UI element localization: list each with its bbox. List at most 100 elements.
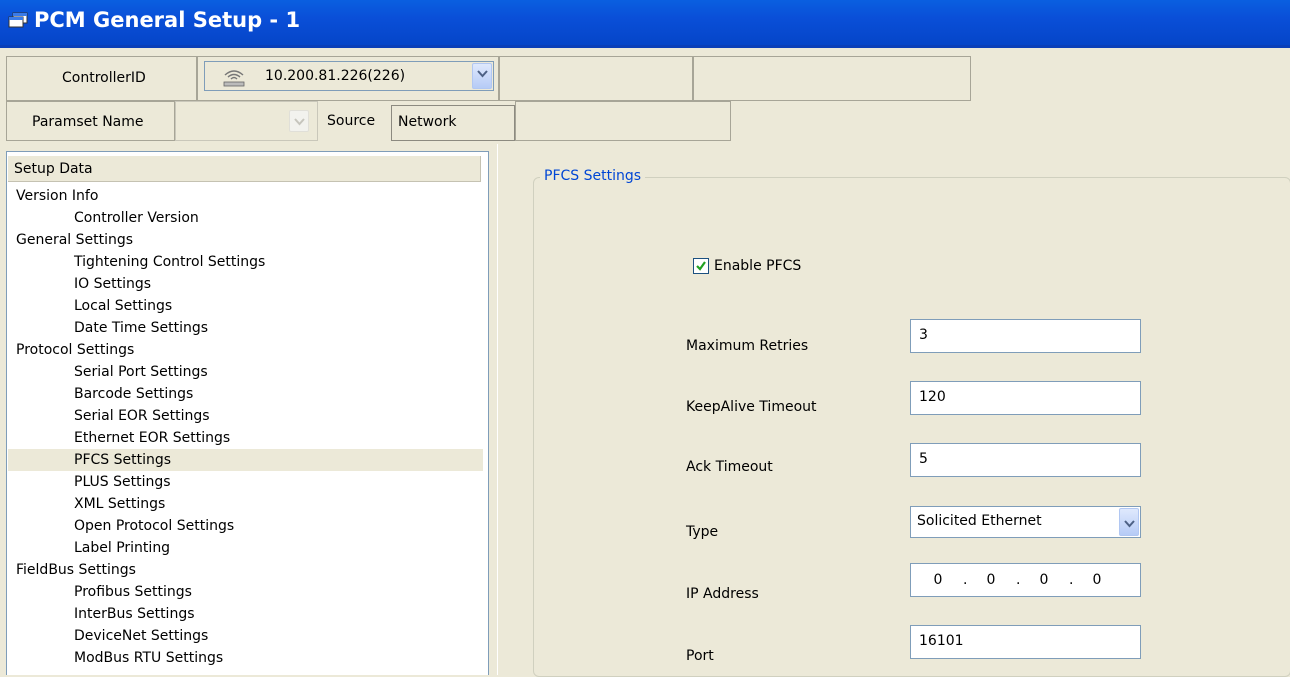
tree-item-label: Ethernet EOR Settings (74, 430, 231, 446)
tree-item-label: PFCS Settings (74, 452, 172, 468)
port-input[interactable]: 16101 (910, 625, 1141, 659)
keepalive-timeout-input[interactable]: 120 (910, 381, 1141, 415)
tree-item-protocol-settings[interactable]: Protocol Settings (8, 339, 483, 361)
pfcs-groupbox (533, 177, 1290, 677)
ip-dot: . (1069, 572, 1074, 588)
ip-octet-2[interactable]: 0 (981, 572, 1001, 588)
type-value: Solicited Ethernet (917, 513, 1042, 529)
controller-select[interactable]: 10.200.81.226(226) (204, 61, 494, 91)
tree-item-barcode-settings[interactable]: Barcode Settings (8, 383, 483, 405)
pfcs-group-title: PFCS Settings (540, 168, 646, 184)
max-retries-value: 3 (919, 327, 928, 343)
tree-item-label: PLUS Settings (74, 474, 171, 490)
paramset-dropdown-button[interactable] (289, 110, 309, 132)
controller-dropdown-button[interactable] (472, 63, 492, 89)
chevron-down-icon (1124, 520, 1135, 528)
paramset-spacer-cell (515, 101, 731, 141)
tree-item-label: XML Settings (74, 496, 166, 512)
source-field: Network (391, 105, 515, 141)
port-value: 16101 (919, 633, 964, 649)
tree-item-label: Controller Version (74, 210, 199, 226)
tree-item-profibus-settings[interactable]: Profibus Settings (8, 581, 483, 603)
enable-pfcs-label[interactable]: Enable PFCS (714, 258, 801, 274)
tree-item-general-settings[interactable]: General Settings (8, 229, 483, 251)
tree-item-open-protocol-settings[interactable]: Open Protocol Settings (8, 515, 483, 537)
tree-item-serial-port-settings[interactable]: Serial Port Settings (8, 361, 483, 383)
ack-timeout-input[interactable]: 5 (910, 443, 1141, 477)
controller-combo-cell: 10.200.81.226(226) (197, 56, 499, 101)
ip-dot: . (963, 572, 968, 588)
tree-item-io-settings[interactable]: IO Settings (8, 273, 483, 295)
tree-item-label: Tightening Control Settings (74, 254, 266, 270)
tree-item-devicenet-settings[interactable]: DeviceNet Settings (8, 625, 483, 647)
tree-item-label: DeviceNet Settings (74, 628, 209, 644)
type-label: Type (686, 524, 719, 540)
tree-item-label: Version Info (16, 188, 99, 204)
tree-item-label: Local Settings (74, 298, 173, 314)
tree-item-label: Serial EOR Settings (74, 408, 210, 424)
tree-item-label: General Settings (16, 232, 134, 248)
tree-header-label: Setup Data (14, 161, 93, 177)
network-controller-icon (223, 70, 245, 87)
tree-item-label: Label Printing (74, 540, 171, 556)
type-select[interactable]: Solicited Ethernet (910, 506, 1141, 538)
ip-dot: . (1016, 572, 1021, 588)
tree-item-label-printing[interactable]: Label Printing (8, 537, 483, 559)
ack-timeout-label: Ack Timeout (686, 459, 773, 475)
tree-item-controller-version[interactable]: Controller Version (8, 207, 483, 229)
window-icon (8, 12, 28, 28)
source-value: Network (398, 114, 457, 130)
max-retries-input[interactable]: 3 (910, 319, 1141, 353)
tree-item-fieldbus-settings[interactable]: FieldBus Settings (8, 559, 483, 581)
tree-header: Setup Data (8, 156, 481, 182)
chevron-down-icon (477, 70, 488, 78)
tree-item-interbus-settings[interactable]: InterBus Settings (8, 603, 483, 625)
tree-item-serial-eor-settings[interactable]: Serial EOR Settings (8, 405, 483, 427)
ip-address-input[interactable]: 0 . 0 . 0 . 0 (910, 563, 1141, 597)
paramset-row: Paramset Name Source Network (0, 101, 1290, 144)
tree-item-xml-settings[interactable]: XML Settings (8, 493, 483, 515)
source-label: Source (327, 113, 376, 129)
controller-value: 10.200.81.226(226) (265, 68, 406, 84)
controller-label-cell: ControllerID (6, 56, 197, 101)
port-label: Port (686, 648, 714, 664)
enable-pfcs-checkbox[interactable] (693, 258, 709, 274)
controller-spacer-cell-2 (693, 56, 971, 101)
tree-item-label: Open Protocol Settings (74, 518, 235, 534)
controller-label: ControllerID (62, 70, 146, 86)
paramset-label: Paramset Name (32, 114, 144, 130)
ack-timeout-value: 5 (919, 451, 928, 467)
setup-data-tree[interactable]: Setup Data Version Info Controller Versi… (6, 151, 489, 675)
ip-address-label: IP Address (686, 586, 759, 602)
type-dropdown-button[interactable] (1119, 508, 1139, 536)
tree-item-label: Barcode Settings (74, 386, 194, 402)
tree-item-local-settings[interactable]: Local Settings (8, 295, 483, 317)
title-bar[interactable]: PCM General Setup - 1 (0, 0, 1290, 48)
tree-item-label: Date Time Settings (74, 320, 209, 336)
ip-octet-4[interactable]: 0 (1087, 572, 1107, 588)
tree-item-label: IO Settings (74, 276, 152, 292)
window-title: PCM General Setup - 1 (34, 8, 301, 32)
tree-item-version-info[interactable]: Version Info (8, 185, 483, 207)
keepalive-timeout-label: KeepAlive Timeout (686, 399, 817, 415)
paramset-select[interactable] (175, 101, 318, 141)
tree-item-label: Profibus Settings (74, 584, 192, 600)
ip-octet-3[interactable]: 0 (1034, 572, 1054, 588)
chevron-down-icon (294, 118, 305, 126)
tree-item-plus-settings[interactable]: PLUS Settings (8, 471, 483, 493)
tree-item-label: Serial Port Settings (74, 364, 208, 380)
ip-octet-1[interactable]: 0 (928, 572, 948, 588)
tree-item-modbus-rtu-settings[interactable]: ModBus RTU Settings (8, 647, 483, 669)
keepalive-timeout-value: 120 (919, 389, 946, 405)
controller-spacer-cell (499, 56, 693, 101)
controller-row: ControllerID 10.200.81.226(226) (0, 56, 1290, 101)
tree-item-ethernet-eor-settings[interactable]: Ethernet EOR Settings (8, 427, 483, 449)
tree-item-tightening-control[interactable]: Tightening Control Settings (8, 251, 483, 273)
tree-item-label: InterBus Settings (74, 606, 195, 622)
max-retries-label: Maximum Retries (686, 338, 809, 354)
tree-item-date-time-settings[interactable]: Date Time Settings (8, 317, 483, 339)
checkmark-icon (696, 261, 706, 271)
tree-item-label: FieldBus Settings (16, 562, 136, 578)
tree-item-pfcs-settings[interactable]: PFCS Settings (8, 449, 483, 471)
tree-item-label: ModBus RTU Settings (74, 650, 224, 666)
